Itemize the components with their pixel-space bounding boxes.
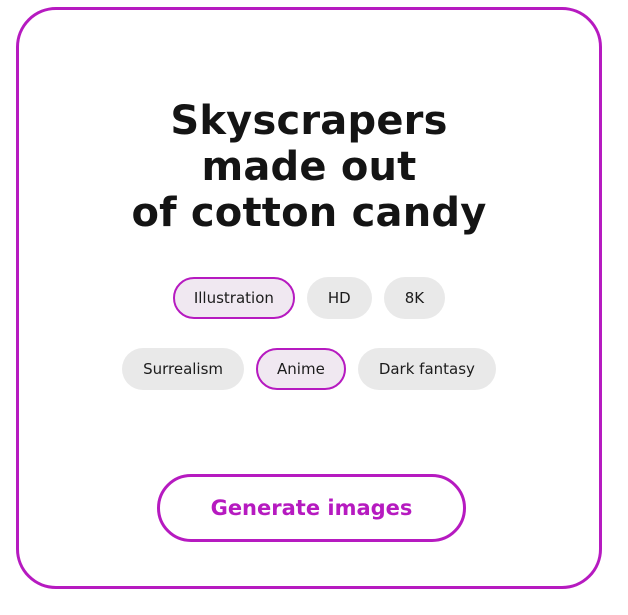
style-tag-row: Illustration HD 8K <box>19 277 599 319</box>
prompt-title-line: made out <box>201 144 417 190</box>
style-tag-row: Surrealism Anime Dark fantasy <box>19 348 599 390</box>
prompt-title: Skyscrapers made out of cotton candy <box>19 98 599 236</box>
prompt-card: Skyscrapers made out of cotton candy Ill… <box>16 7 602 589</box>
tag-dark-fantasy[interactable]: Dark fantasy <box>357 348 496 390</box>
prompt-title-line: Skyscrapers <box>170 98 448 144</box>
tag-8k[interactable]: 8K <box>383 277 446 319</box>
prompt-title-line: of cotton candy <box>131 190 487 236</box>
tag-surrealism[interactable]: Surrealism <box>122 348 245 390</box>
tag-illustration[interactable]: Illustration <box>172 277 295 319</box>
tag-anime[interactable]: Anime <box>256 348 346 390</box>
generate-images-button[interactable]: Generate images <box>157 474 466 542</box>
tag-hd[interactable]: HD <box>306 277 372 319</box>
